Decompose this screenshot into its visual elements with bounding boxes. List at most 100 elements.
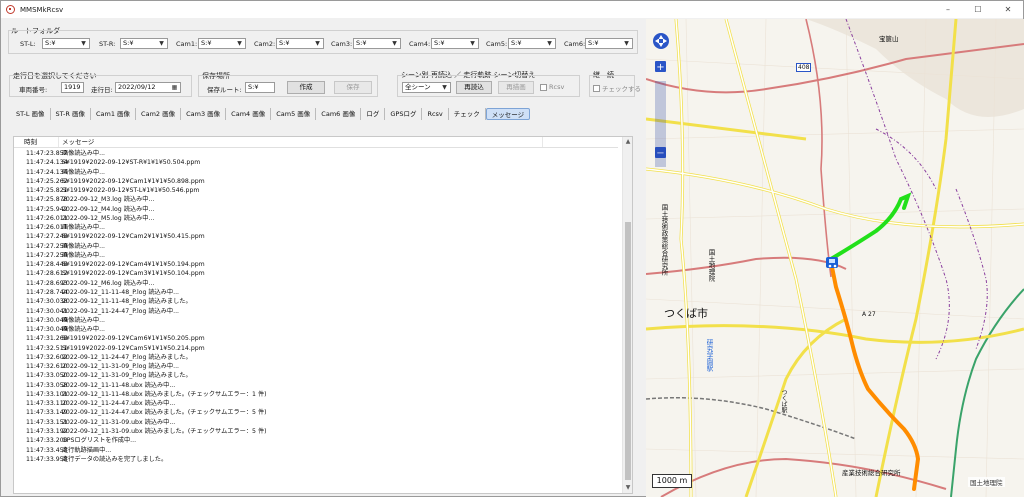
rcsv-checkbox[interactable]: Rcsv [540,83,564,91]
table-row[interactable]: 11:47:33.200 GPSログリストを作成中... [14,436,618,445]
zoom-out-icon[interactable] [655,147,666,158]
cam3-combo[interactable]: S:¥ ▼ [353,38,401,49]
map-label-tsukuba-station: つくば駅 [780,389,787,413]
row-message: 2022-09-12_11-24-47.ubx 読込みました。(チェックサムエラ… [62,409,267,417]
table-row[interactable]: 11:47:30.041 2022-09-12_11-24-47_P.log 読込… [14,307,618,316]
map-label-institute-1: 国土技術政策総合研究所 [660,204,668,276]
row-time: 11:47:33.192 [26,427,68,435]
tab-st-l[interactable]: ST-L 画像 [11,108,51,120]
tab-log[interactable]: ログ [361,108,386,120]
scroll-thumb[interactable] [625,222,631,480]
table-row[interactable]: 11:47:33.958 走行データの読込みを完了しました。 [14,455,618,464]
map-scale: 1000 m [652,474,692,488]
table-row[interactable]: 11:47:26.011 画像読込み中... [14,223,618,232]
table-row[interactable]: 11:47:27.248 S¥1919¥2022-09-12¥Cam2¥1¥1¥5… [14,232,618,241]
rerender-button[interactable]: 再描画 [498,81,534,94]
tab-gps-log[interactable]: GPSログ [385,108,423,120]
map-view[interactable]: + − つくば市 国土技術政策総合研究所 国土地理院 研究学園駅 産業技術総合研… [646,19,1024,497]
close-button[interactable]: ✕ [993,1,1023,18]
tab-st-r[interactable]: ST-R 画像 [51,108,91,120]
table-row[interactable]: 11:47:24.134 S¥1919¥2022-09-12¥ST-R¥1¥1¥5… [14,158,618,167]
tab-cam5[interactable]: Cam5 画像 [271,108,317,120]
table-row[interactable]: 11:47:23.852 画像読込み中... [14,149,618,158]
table-row[interactable]: 11:47:30.038 2022-09-12_11-11-48_P.log 読込… [14,297,618,306]
zoom-in-icon[interactable] [655,61,666,72]
chevron-down-icon: ▼ [392,40,397,47]
row-time: 11:47:27.248 [26,233,68,241]
cam5-combo[interactable]: S:¥ ▼ [508,38,556,49]
table-row[interactable]: 11:47:28.612 S¥1919¥2022-09-12¥Cam3¥1¥1¥5… [14,269,618,278]
tab-cam3[interactable]: Cam3 画像 [181,108,227,120]
tab-cam1[interactable]: Cam1 画像 [91,108,137,120]
row-time: 11:47:32.511 [26,344,68,352]
table-row[interactable]: 11:47:32.610 2022-09-12_11-31-09_P.log 読込… [14,362,618,371]
cam2-combo[interactable]: S:¥ ▼ [276,38,324,49]
table-row[interactable]: 11:47:33.151 2022-09-12_11-31-09.ubx 読込み中… [14,418,618,427]
table-row[interactable]: 11:47:33.458 走行軌跡描画中... [14,446,618,455]
st-l-combo[interactable]: S:¥ ▼ [42,38,90,49]
tab-message[interactable]: メッセージ [485,108,531,120]
maximize-button[interactable]: ☐ [963,1,993,18]
st-r-combo[interactable]: S:¥ ▼ [120,38,168,49]
cam4-label: Cam4: [409,40,431,48]
table-row[interactable]: 11:47:33.149 2022-09-12_11-24-47.ubx 読込みま… [14,408,618,417]
table-row[interactable]: 11:47:33.050 2022-09-12_11-31-09_P.log 読込… [14,371,618,380]
scene-select[interactable]: 全シーン ▼ [402,82,451,93]
table-row[interactable]: 11:47:25.821 S¥1919¥2022-09-12¥ST-L¥1¥1¥5… [14,186,618,195]
column-header-time[interactable]: 時刻 [14,137,59,147]
table-row[interactable]: 11:47:27.250 画像読込み中... [14,242,618,251]
calendar-icon: ▦ [171,84,178,91]
row-message: S¥1919¥2022-09-12¥Cam5¥1¥1¥50.214.ppm [62,344,205,352]
window-title: MMSMkRcsv [20,5,64,14]
table-row[interactable]: 11:47:33.192 2022-09-12_11-31-09.ubx 読込みま… [14,427,618,436]
row-message: 2022-09-12_11-24-47.ubx 読込み中... [62,400,176,408]
table-row[interactable]: 11:47:25.262 S¥1919¥2022-09-12¥Cam1¥1¥1¥5… [14,177,618,186]
table-row[interactable]: 11:47:26.011 2022-09-12_M5.log 読込み中... [14,214,618,223]
table-row[interactable]: 11:47:27.250 画像読込み中... [14,251,618,260]
table-row[interactable]: 11:47:25.942 2022-09-12_M4.log 読込み中... [14,205,618,214]
tab-check[interactable]: チェック [449,108,486,120]
table-row[interactable]: 11:47:31.268 S¥1919¥2022-09-12¥Cam6¥1¥1¥5… [14,334,618,343]
pan-control-icon[interactable] [653,23,670,40]
row-time: 11:47:33.050 [26,372,68,380]
column-header-message[interactable]: メッセージ [59,137,543,147]
tab-cam6[interactable]: Cam6 画像 [316,108,362,120]
row-time: 11:47:33.110 [26,400,68,408]
scroll-down-icon[interactable]: ▼ [623,483,632,493]
vehicle-number-label: 車両番号: [19,86,48,94]
row-message: 2022-09-12_11-24-47_P.log 読込みました。 [62,353,192,361]
table-row[interactable]: 11:47:33.101 2022-09-12_11-11-48.ubx 読込みま… [14,390,618,399]
row-time: 11:47:33.149 [26,409,68,417]
table-row[interactable]: 11:47:30.049 画像読込み中... [14,325,618,334]
table-row[interactable]: 11:47:25.878 2022-09-12_M3.log 読込み中... [14,195,618,204]
run-date-picker[interactable]: 2022/09/12 ▦ [115,82,181,93]
table-row[interactable]: 11:47:32.511 S¥1919¥2022-09-12¥Cam5¥1¥1¥5… [14,344,618,353]
table-row[interactable]: 11:47:24.134 画像読込み中... [14,168,618,177]
scroll-up-icon[interactable]: ▲ [623,137,632,147]
row-time: 11:47:27.250 [26,251,68,259]
row-time: 11:47:26.011 [26,224,68,232]
vehicle-number-input[interactable]: 1919 [61,82,84,93]
create-button[interactable]: 作成 [287,81,325,94]
save-button[interactable]: 保存 [334,81,372,94]
reload-button[interactable]: 再読込 [456,81,492,94]
left-panel: ルートフォルダ ST-L: S:¥ ▼ ST-R: S:¥ ▼ Cam1: S:¥ ▼… [5,19,641,494]
table-row[interactable]: 11:47:28.448 S¥1919¥2022-09-12¥Cam4¥1¥1¥5… [14,260,618,269]
cam4-combo[interactable]: S:¥ ▼ [431,38,479,49]
tab-cam2[interactable]: Cam2 画像 [136,108,182,120]
tab-rcsv[interactable]: Rcsv [422,108,449,120]
table-row[interactable]: 11:47:33.058 2022-09-12_11-11-48.ubx 読込み中… [14,381,618,390]
table-row[interactable]: 11:47:33.110 2022-09-12_11-24-47.ubx 読込み中… [14,399,618,408]
table-row[interactable]: 11:47:30.049 画像読込み中... [14,316,618,325]
table-row[interactable]: 11:47:32.602 2022-09-12_11-24-47_P.log 読込… [14,353,618,362]
tab-cam4[interactable]: Cam4 画像 [226,108,272,120]
table-row[interactable]: 11:47:28.744 2022-09-12_11-11-48_P.log 読込… [14,288,618,297]
continue-checkbox[interactable]: チェックする [593,83,641,93]
save-root-input[interactable]: S:¥ [245,82,275,93]
cam6-combo[interactable]: S:¥ ▼ [585,38,633,49]
table-row[interactable]: 11:47:28.693 2022-09-12_M6.log 読込み中... [14,279,618,288]
message-list[interactable]: 時刻 メッセージ 11:47:23.852 画像読込み中... 11:47:24.1… [13,136,633,494]
minimize-button[interactable]: – [933,1,963,18]
cam1-combo[interactable]: S:¥ ▼ [198,38,246,49]
vertical-scrollbar[interactable]: ▲ ▼ [622,137,632,493]
